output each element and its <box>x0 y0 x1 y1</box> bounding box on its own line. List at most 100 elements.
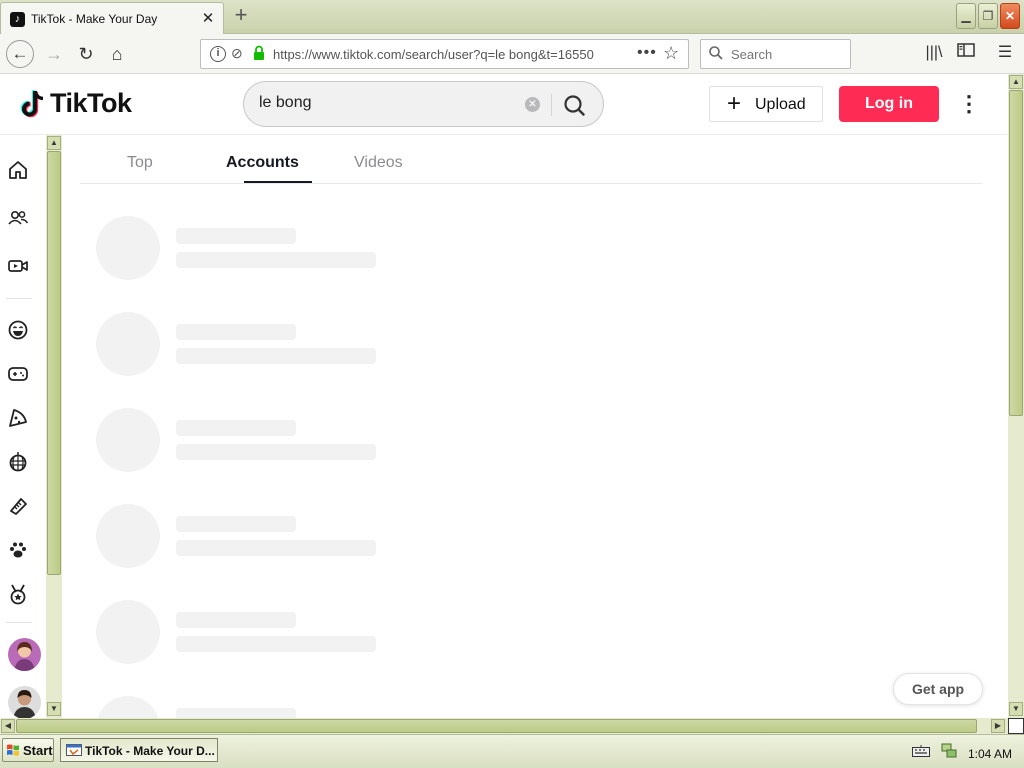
account-skeleton-row <box>96 696 396 718</box>
sidebar-scrollbar[interactable]: ▲ ▼ <box>46 135 62 718</box>
following-icon[interactable] <box>7 207 29 229</box>
upload-button[interactable]: + Upload <box>709 86 823 122</box>
tiktok-header: TikTok ✕ + Upload Log in ⋮ <box>0 74 1008 135</box>
network-icon[interactable] <box>940 742 958 760</box>
skeleton-line <box>176 228 296 244</box>
comedy-icon[interactable] <box>7 319 29 341</box>
forward-button[interactable]: → <box>40 40 68 68</box>
browser-search-box[interactable] <box>700 39 851 69</box>
upload-label: Upload <box>755 96 806 113</box>
account-skeleton-row <box>96 312 396 378</box>
beauty-icon[interactable] <box>7 495 29 517</box>
tab-title: TikTok - Make Your Day <box>31 12 158 26</box>
scroll-left-arrow-icon[interactable]: ◀ <box>1 719 15 733</box>
start-button[interactable]: Start <box>2 738 54 762</box>
home-button[interactable]: ⌂ <box>103 40 131 68</box>
suggested-account-avatar[interactable] <box>8 686 41 719</box>
browser-nav-bar: ← → ↻ ⌂ i ⊘ https://www.tiktok.com/searc… <box>0 34 1024 74</box>
hamburger-menu-icon[interactable]: ☰ <box>994 42 1016 64</box>
sidebar-divider <box>6 298 32 299</box>
search-divider <box>551 94 552 116</box>
bookmark-star-icon[interactable]: ☆ <box>663 43 679 64</box>
skeleton-line <box>176 708 296 718</box>
close-tab-icon[interactable]: ✕ <box>200 9 216 27</box>
scroll-right-arrow-icon[interactable]: ▶ <box>991 719 1005 733</box>
search-button-icon[interactable] <box>560 92 590 118</box>
tiktok-sidebar <box>0 135 46 719</box>
skeleton-avatar <box>96 408 160 472</box>
suggested-account-avatar[interactable] <box>8 638 41 671</box>
search-results-panel: Top Accounts Videos Get app <box>62 135 1008 718</box>
tab-accounts[interactable]: Accounts <box>226 154 299 172</box>
animals-icon[interactable] <box>7 539 29 561</box>
tiktok-logo-text[interactable]: TikTok <box>50 88 132 119</box>
keyboard-icon[interactable] <box>912 745 930 757</box>
account-skeleton-row <box>96 600 396 666</box>
gaming-icon[interactable] <box>7 363 29 385</box>
skeleton-line <box>176 516 296 532</box>
tab-top[interactable]: Top <box>127 154 153 172</box>
tiktok-search-input[interactable] <box>259 94 519 112</box>
horizontal-scrollbar[interactable]: ◀ ▶ <box>0 718 1008 734</box>
page-scrollbar[interactable]: ▲ ▼ <box>1008 74 1024 718</box>
skeleton-line <box>176 612 296 628</box>
taskbar-firefox-window[interactable]: TikTok - Make Your D... <box>60 738 218 762</box>
skeleton-line <box>176 444 376 460</box>
account-skeleton-row <box>96 216 396 282</box>
account-skeleton-row <box>96 408 396 474</box>
dance-icon[interactable] <box>7 451 29 473</box>
skeleton-avatar <box>96 216 160 280</box>
skeleton-line <box>176 540 376 556</box>
url-text: https://www.tiktok.com/search/user?q=le … <box>273 47 594 62</box>
library-icon[interactable]: |||\ <box>923 42 945 64</box>
sports-icon[interactable] <box>7 583 29 605</box>
minimize-window-button[interactable]: ▁ <box>956 3 976 29</box>
more-options-icon[interactable]: ⋮ <box>958 90 980 118</box>
home-icon[interactable] <box>7 159 29 181</box>
page-actions-icon[interactable]: ••• <box>637 44 657 62</box>
skeleton-avatar <box>96 600 160 664</box>
login-button[interactable]: Log in <box>839 86 939 122</box>
tab-videos[interactable]: Videos <box>354 154 403 172</box>
taskbar-window-label: TikTok - Make Your D... <box>85 744 215 758</box>
scrollbar-thumb[interactable] <box>47 151 61 575</box>
restore-window-button[interactable]: ❐ <box>978 3 998 29</box>
taskbar-clock: 1:04 AM <box>968 747 1013 761</box>
browser-search-input[interactable] <box>731 47 841 62</box>
active-tab-indicator <box>244 181 312 183</box>
taskbar: Start TikTok - Make Your D... 1:04 AM <box>0 734 1024 768</box>
skeleton-line <box>176 636 376 652</box>
address-bar[interactable]: i ⊘ https://www.tiktok.com/search/user?q… <box>200 39 689 69</box>
scroll-up-arrow-icon[interactable]: ▲ <box>1009 75 1023 89</box>
back-button[interactable]: ← <box>6 40 34 68</box>
search-icon <box>709 46 723 60</box>
close-window-button[interactable]: ✕ <box>1000 3 1020 29</box>
lock-icon <box>254 45 264 60</box>
permissions-icon[interactable]: ⊘ <box>231 45 243 62</box>
scroll-down-arrow-icon[interactable]: ▼ <box>1009 702 1023 716</box>
site-info-icon[interactable]: i <box>210 46 226 62</box>
skeleton-line <box>176 252 376 268</box>
browser-tab[interactable]: ♪ TikTok - Make Your Day ✕ <box>0 2 224 34</box>
sidebar-toggle-icon[interactable] <box>955 42 977 64</box>
skeleton-avatar <box>96 504 160 568</box>
browser-window-icon <box>66 744 82 756</box>
tiktok-favicon-icon: ♪ <box>10 12 25 27</box>
skeleton-avatar <box>96 312 160 376</box>
tiktok-logo-icon[interactable] <box>20 89 46 119</box>
get-app-button[interactable]: Get app <box>893 673 983 705</box>
clear-search-icon[interactable]: ✕ <box>525 97 540 112</box>
system-tray: 1:04 AM <box>908 737 1022 765</box>
skeleton-line <box>176 420 296 436</box>
plus-icon: + <box>727 90 742 117</box>
scroll-down-arrow-icon[interactable]: ▼ <box>47 702 61 716</box>
sidebar-divider <box>6 622 32 623</box>
reload-button[interactable]: ↻ <box>72 40 100 68</box>
scrollbar-thumb[interactable] <box>16 719 977 733</box>
new-tab-icon[interactable]: + <box>230 4 252 28</box>
live-icon[interactable] <box>7 255 29 277</box>
scroll-up-arrow-icon[interactable]: ▲ <box>47 136 61 150</box>
food-icon[interactable] <box>7 407 29 429</box>
start-label: Start <box>23 743 53 758</box>
scrollbar-thumb[interactable] <box>1009 90 1023 416</box>
